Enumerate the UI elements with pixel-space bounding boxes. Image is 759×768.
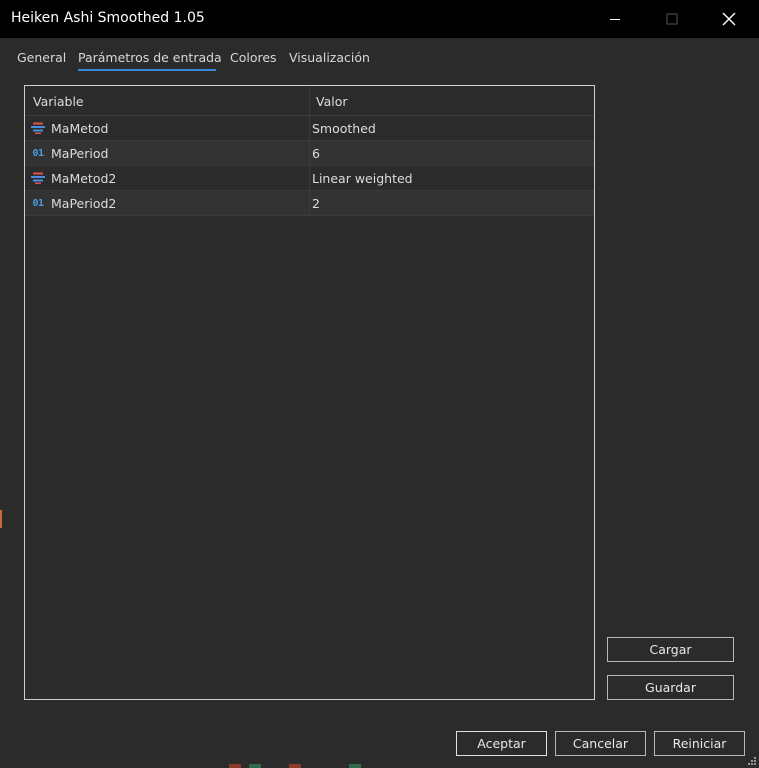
row-value[interactable]: Smoothed xyxy=(312,121,376,136)
enum-icon xyxy=(31,121,45,135)
background-chart-fragment xyxy=(349,764,361,768)
column-header-value[interactable]: Valor xyxy=(316,94,348,109)
row-value[interactable]: Linear weighted xyxy=(312,171,413,186)
integer-icon: 01 xyxy=(31,146,45,160)
cell-separator xyxy=(309,166,310,190)
maximize-button[interactable] xyxy=(643,0,701,38)
column-separator[interactable] xyxy=(309,86,310,115)
close-button[interactable] xyxy=(700,0,758,38)
background-chart-fragment xyxy=(289,764,301,768)
tab-colors[interactable]: Colores xyxy=(230,50,277,65)
window-title: Heiken Ashi Smoothed 1.05 xyxy=(11,10,205,26)
tab-input-parameters[interactable]: Parámetros de entrada xyxy=(78,50,222,65)
integer-icon-text: 01 xyxy=(32,197,44,209)
background-chart-fragment xyxy=(0,510,2,528)
table-row[interactable]: 01 MaPeriod 6 xyxy=(25,141,594,166)
title-bar: Heiken Ashi Smoothed 1.05 xyxy=(0,0,759,38)
enum-icon xyxy=(31,171,45,185)
cell-separator xyxy=(309,116,310,140)
save-button[interactable]: Guardar xyxy=(607,675,734,700)
table-row[interactable]: 01 MaPeriod2 2 xyxy=(25,191,594,216)
minimize-button[interactable] xyxy=(586,0,644,38)
resize-grip-icon[interactable] xyxy=(746,755,756,765)
load-button[interactable]: Cargar xyxy=(607,637,734,662)
row-variable-name: MaMetod xyxy=(51,121,109,136)
row-value[interactable]: 6 xyxy=(312,146,320,161)
row-value[interactable]: 2 xyxy=(312,196,320,211)
accept-button[interactable]: Aceptar xyxy=(456,731,547,756)
table-row[interactable]: MaMetod Smoothed xyxy=(25,116,594,141)
close-icon xyxy=(722,12,736,26)
cell-separator xyxy=(309,141,310,165)
cell-separator xyxy=(309,191,310,215)
column-header-variable[interactable]: Variable xyxy=(33,94,84,109)
table-row[interactable]: MaMetod2 Linear weighted xyxy=(25,166,594,191)
minimize-icon xyxy=(610,19,620,20)
parameters-table: Variable Valor MaMetod Smoothed 01 MaPer… xyxy=(24,85,595,700)
maximize-icon xyxy=(666,13,678,25)
cancel-button[interactable]: Cancelar xyxy=(555,731,646,756)
integer-icon: 01 xyxy=(31,196,45,210)
row-variable-name: MaPeriod xyxy=(51,146,109,161)
row-variable-name: MaMetod2 xyxy=(51,171,117,186)
active-tab-indicator xyxy=(78,69,216,71)
tab-general[interactable]: General xyxy=(17,50,66,65)
row-variable-name: MaPeriod2 xyxy=(51,196,117,211)
table-header: Variable Valor xyxy=(25,86,594,116)
tab-bar: General Parámetros de entrada Colores Vi… xyxy=(0,38,759,74)
background-chart-fragment xyxy=(229,764,241,768)
integer-icon-text: 01 xyxy=(32,147,44,159)
background-chart-fragment xyxy=(249,764,261,768)
tab-visualization[interactable]: Visualización xyxy=(289,50,370,65)
reset-button[interactable]: Reiniciar xyxy=(654,731,745,756)
